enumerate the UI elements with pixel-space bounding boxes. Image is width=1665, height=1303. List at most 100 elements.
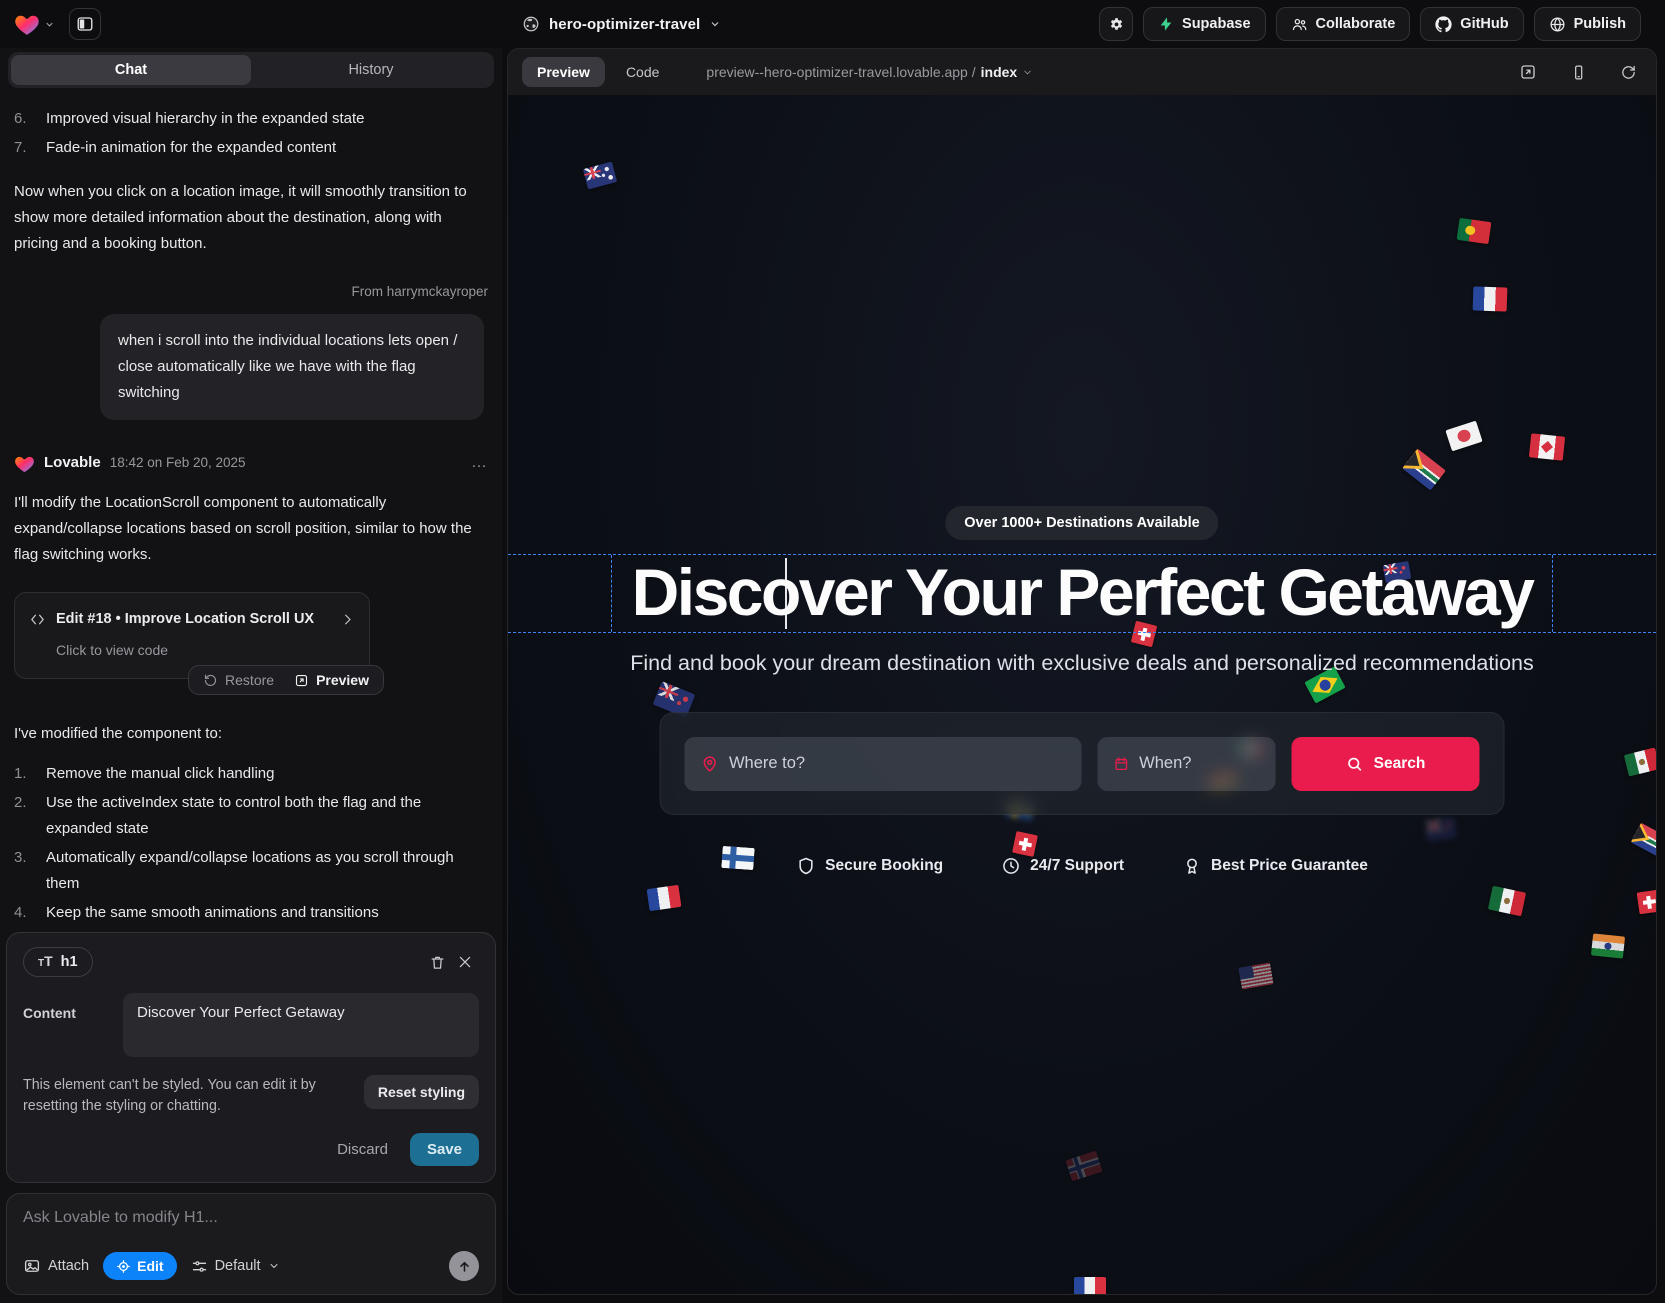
element-tag-pill[interactable]: TT h1: [23, 947, 93, 977]
map-pin-icon: [701, 754, 719, 774]
edit-card-title: Edit #18 • Improve Location Scroll UX: [56, 606, 330, 632]
chevron-down-icon: [44, 19, 55, 30]
restore-button[interactable]: Restore: [203, 667, 274, 693]
publish-label: Publish: [1574, 16, 1626, 32]
refresh-button[interactable]: [1614, 58, 1642, 86]
send-message-button[interactable]: [449, 1251, 479, 1281]
mobile-view-button[interactable]: [1564, 58, 1592, 86]
feature-label: Secure Booking: [825, 857, 943, 875]
from-label: From harrymckayroper: [14, 279, 488, 305]
tab-history[interactable]: History: [251, 55, 491, 85]
tab-code[interactable]: Code: [611, 57, 674, 87]
search-button[interactable]: Search: [1292, 737, 1480, 791]
trash-icon: [429, 954, 446, 971]
gear-icon: [1108, 16, 1125, 33]
lovable-heart-icon: [14, 454, 35, 473]
supabase-button[interactable]: Supabase: [1143, 7, 1266, 41]
feature-item: Secure Booking: [796, 856, 943, 876]
sidebar-toggle-button[interactable]: [69, 8, 101, 40]
hero-section: Over 1000+ Destinations Available Discov…: [508, 95, 1656, 1294]
chat-scroll-area[interactable]: 6.Improved visual hierarchy in the expan…: [0, 94, 502, 924]
element-tag-name: h1: [61, 954, 78, 970]
preview-viewport: Over 1000+ Destinations Available Discov…: [508, 95, 1656, 1294]
model-default-label: Default: [215, 1258, 261, 1274]
feature-item: 24/7 Support: [1001, 856, 1124, 876]
external-link-icon: [294, 673, 309, 688]
target-icon: [116, 1259, 131, 1274]
lovable-heart-icon: [14, 12, 40, 36]
collaborate-label: Collaborate: [1316, 16, 1396, 32]
award-icon: [1182, 856, 1202, 876]
assistant-header: Lovable 18:42 on Feb 20, 2025 …: [14, 450, 488, 476]
open-in-new-tab-button[interactable]: [1514, 58, 1542, 86]
chevron-right-icon: [340, 612, 355, 627]
github-label: GitHub: [1460, 16, 1508, 32]
project-name: hero-optimizer-travel: [549, 16, 700, 33]
attach-button[interactable]: Attach: [23, 1257, 89, 1275]
edit-card-subtitle: Click to view code: [56, 637, 355, 663]
arrow-up-icon: [457, 1259, 472, 1274]
hero-subtitle: Find and book your dream destination wit…: [508, 651, 1656, 676]
delete-element-button[interactable]: [423, 948, 451, 976]
preview-panel: Preview Code preview--hero-optimizer-tra…: [507, 48, 1657, 1295]
preview-url[interactable]: preview--hero-optimizer-travel.lovable.a…: [706, 64, 1033, 80]
supabase-bolt-icon: [1158, 16, 1174, 32]
edit-mode-label: Edit: [137, 1258, 163, 1274]
assistant-paragraph: I've modified the component to:: [14, 721, 488, 747]
sidebar-tabs: Chat History: [8, 52, 494, 88]
hero-title[interactable]: Discover Your Perfect Getaway: [508, 554, 1656, 633]
users-icon: [1291, 16, 1308, 33]
chat-sidebar: Chat History 6.Improved visual hierarchy…: [0, 48, 502, 1303]
sliders-icon: [191, 1258, 208, 1275]
where-input[interactable]: [729, 754, 1066, 773]
type-icon: TT: [38, 953, 53, 971]
code-icon: [29, 611, 46, 628]
topbar-actions: Supabase Collaborate GitHub Publish: [1099, 7, 1641, 41]
edit-mode-button[interactable]: Edit: [103, 1252, 176, 1280]
save-button[interactable]: Save: [410, 1133, 479, 1166]
discard-button[interactable]: Discard: [337, 1141, 388, 1158]
list-item: 4.Keep the same smooth animations and tr…: [14, 900, 488, 924]
collaborate-button[interactable]: Collaborate: [1276, 7, 1411, 41]
shield-icon: [796, 856, 816, 876]
feature-label: Best Price Guarantee: [1211, 857, 1368, 875]
settings-button[interactable]: [1099, 7, 1133, 41]
when-field[interactable]: [1098, 737, 1276, 791]
github-icon: [1435, 16, 1452, 33]
message-timestamp: 18:42 on Feb 20, 2025: [110, 450, 246, 476]
preview-edit-button[interactable]: Preview: [294, 667, 369, 693]
close-icon: [457, 954, 473, 970]
tab-chat[interactable]: Chat: [11, 55, 251, 85]
url-host: preview--hero-optimizer-travel.lovable.a…: [706, 64, 975, 80]
content-textarea[interactable]: Discover Your Perfect Getaway: [123, 993, 479, 1057]
assistant-name: Lovable: [44, 450, 101, 476]
list-item: 2.Use the activeIndex state to control b…: [14, 790, 488, 842]
message-menu-button[interactable]: …: [471, 450, 488, 476]
model-default-selector[interactable]: Default: [191, 1258, 280, 1275]
external-link-icon: [1519, 63, 1537, 81]
lovable-app-window: hero-optimizer-travel Supabase Collabora…: [0, 0, 1665, 1303]
tab-preview[interactable]: Preview: [522, 57, 605, 87]
search-icon: [1346, 755, 1364, 773]
github-button[interactable]: GitHub: [1420, 7, 1523, 41]
assistant-list-top: 6.Improved visual hierarchy in the expan…: [14, 106, 488, 161]
search-label: Search: [1374, 755, 1426, 773]
reset-styling-button[interactable]: Reset styling: [364, 1075, 479, 1109]
styling-note: This element can't be styled. You can ed…: [23, 1075, 341, 1117]
composer-input[interactable]: [23, 1209, 479, 1227]
lovable-logo-menu[interactable]: [14, 12, 55, 36]
project-selector[interactable]: hero-optimizer-travel: [522, 15, 721, 33]
image-icon: [23, 1257, 41, 1275]
content-label: Content: [23, 993, 123, 1057]
publish-button[interactable]: Publish: [1534, 7, 1641, 41]
assistant-paragraph: Now when you click on a location image, …: [14, 179, 488, 257]
when-input[interactable]: [1139, 754, 1259, 773]
features-row: Secure Booking 24/7 Support Best Price Gua…: [508, 856, 1656, 876]
element-editor-panel: TT h1 Content Discover Your Perfect Geta…: [6, 932, 496, 1183]
refresh-icon: [1620, 64, 1637, 81]
list-item: 7.Fade-in animation for the expanded con…: [14, 135, 488, 161]
close-editor-button[interactable]: [451, 948, 479, 976]
where-field[interactable]: [685, 737, 1082, 791]
topbar: hero-optimizer-travel Supabase Collabora…: [0, 0, 1665, 48]
list-item: 3.Automatically expand/collapse location…: [14, 845, 488, 897]
